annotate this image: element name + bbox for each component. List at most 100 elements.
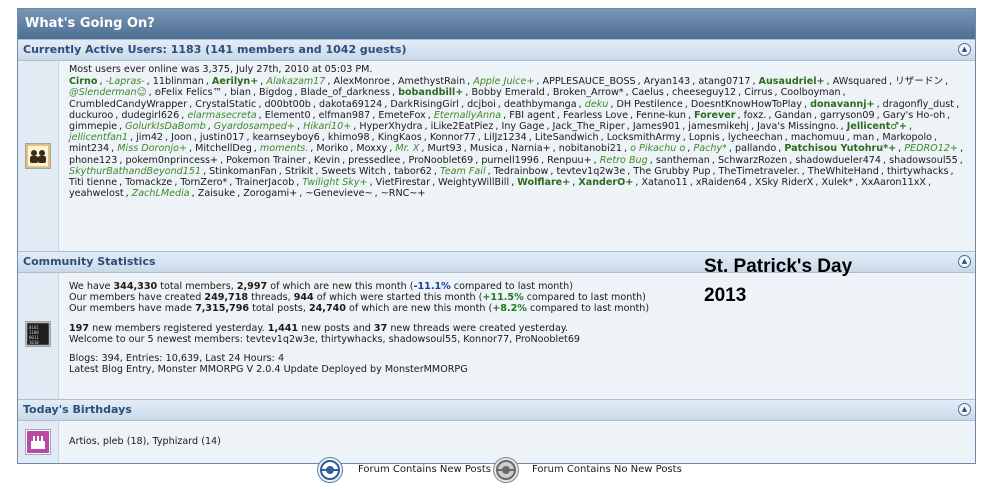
active-user-link[interactable]: lycheechan [728, 132, 783, 143]
active-user-link[interactable]: HyperXhydra [359, 121, 422, 132]
active-user-link[interactable]: Renpuu+ [547, 155, 592, 166]
active-user-link[interactable]: CrumbledCandyWrapper [69, 99, 187, 110]
active-user-link[interactable]: Fenne-kun [636, 110, 686, 121]
active-user-link[interactable]: Pachy* [693, 143, 727, 154]
active-user-link[interactable]: kearnseyboy6 [253, 132, 320, 143]
active-user-link[interactable]: Mr. X [395, 143, 419, 154]
active-user-link[interactable]: SchwarzRozen [718, 155, 787, 166]
active-user-link[interactable]: Blade_of_darkness [301, 87, 390, 98]
active-user-link[interactable]: Lopnis [689, 132, 720, 143]
active-user-link[interactable]: Joon [171, 132, 192, 143]
active-user-link[interactable]: Wolflare+ [517, 177, 570, 188]
active-user-link[interactable]: Cirrus [744, 87, 772, 98]
active-user-link[interactable]: deku [585, 99, 609, 110]
active-user-link[interactable]: Moriko [316, 143, 348, 154]
birthdays-heading[interactable]: Today's Birthdays ▲ [18, 399, 975, 421]
active-user-link[interactable]: Tomackze [125, 177, 172, 188]
active-user-link[interactable]: d00bt00b [264, 99, 310, 110]
active-user-link[interactable]: gimmepie [69, 121, 117, 132]
active-user-link[interactable]: Patchisou Yutohru*+ [784, 143, 896, 154]
active-user-link[interactable]: FBI agent [509, 110, 555, 121]
active-user-link[interactable]: Sweets Witch [321, 166, 386, 177]
active-user-link[interactable]: DarkRisingGirl [390, 99, 459, 110]
active-user-link[interactable]: WeightyWillBill [438, 177, 509, 188]
active-user-link[interactable]: Miss Doronjo+ [117, 143, 187, 154]
active-user-link[interactable]: phone123 [69, 155, 117, 166]
latest-blog-entry-link[interactable]: Latest Blog Entry, Monster MMORPG V 2.0.… [69, 364, 967, 375]
active-user-link[interactable]: DH Pestilence [616, 99, 682, 110]
active-user-link[interactable]: Ausaudriel+ [759, 76, 825, 87]
active-user-link[interactable]: Hikari10+ [303, 121, 351, 132]
active-user-link[interactable]: tabor62 [394, 166, 432, 177]
active-user-link[interactable]: yeahwelost [69, 188, 124, 199]
newest-members-line[interactable]: Welcome to our 5 newest members: tevtev1… [69, 334, 967, 345]
active-user-link[interactable]: shadowsoul55 [889, 155, 958, 166]
active-user-link[interactable]: xRaiden64 [696, 177, 747, 188]
active-user-link[interactable]: Aerilyn+ [212, 76, 258, 87]
active-user-link[interactable]: tevtev1q2w3e [556, 166, 625, 177]
active-user-link[interactable]: -Lapras- [106, 76, 145, 87]
active-user-link[interactable]: jamesmikehj [688, 121, 749, 132]
active-user-link[interactable]: Markopolo [882, 132, 932, 143]
active-user-link[interactable]: pressedlee [348, 155, 400, 166]
active-user-link[interactable]: VietFirestar [376, 177, 430, 188]
active-user-link[interactable]: atang0717 [698, 76, 750, 87]
active-user-link[interactable]: リザードン [895, 76, 943, 87]
active-user-link[interactable]: Jellicent♂+ [847, 121, 907, 132]
active-user-link[interactable]: ~RNC~+ [381, 188, 426, 199]
active-user-link[interactable]: bobandbill+ [398, 87, 463, 98]
active-user-link[interactable]: ~Genevieve~ [305, 188, 372, 199]
active-user-link[interactable]: LiteSandwich [535, 132, 599, 143]
active-user-link[interactable]: o Pikachu o [630, 143, 685, 154]
active-user-link[interactable]: garryson09 [820, 110, 875, 121]
active-user-link[interactable]: Broken_Arrow* [553, 87, 624, 98]
collapse-icon[interactable]: ▲ [958, 403, 971, 416]
active-user-link[interactable]: DoesntKnowHowToPlay [691, 99, 802, 110]
active-user-link[interactable]: Gandan [774, 110, 811, 121]
active-user-link[interactable]: duckuroo [69, 110, 113, 121]
active-user-link[interactable]: Java's Missingno. [757, 121, 839, 132]
active-user-link[interactable]: nobitanobi21 [559, 143, 622, 154]
active-user-link[interactable]: Element0 [265, 110, 311, 121]
active-user-link[interactable]: mint234 [69, 143, 109, 154]
active-user-link[interactable]: Iny Gage [501, 121, 544, 132]
active-user-link[interactable]: SkythurBathandBeyond151 [69, 166, 201, 177]
active-user-link[interactable]: XxAaron11xX [861, 177, 926, 188]
active-user-link[interactable]: Titi tienne [69, 177, 117, 188]
active-user-link[interactable]: ZachLMedia [132, 188, 190, 199]
active-user-link[interactable]: LilJz1234 [484, 132, 527, 143]
active-user-link[interactable]: TheWhiteHand [808, 166, 879, 177]
active-user-link[interactable]: dcjboi [467, 99, 496, 110]
active-user-link[interactable]: Bigdog [259, 87, 292, 98]
active-user-link[interactable]: Coolboyman [781, 87, 841, 98]
active-user-link[interactable]: Musica [470, 143, 503, 154]
active-user-link[interactable]: dakota69124 [319, 99, 382, 110]
active-user-link[interactable]: ProNooblet69 [408, 155, 473, 166]
active-user-link[interactable]: StinkomanFan [209, 166, 277, 177]
active-user-link[interactable]: Fearless Love [563, 110, 628, 121]
active-user-link[interactable]: Alakazam17 [266, 76, 325, 87]
active-user-link[interactable]: shadowdueler474 [795, 155, 881, 166]
active-user-link[interactable]: Narnia+ [511, 143, 551, 154]
active-user-link[interactable]: AmethystRain [398, 76, 465, 87]
active-user-link[interactable]: Zaisuke [198, 188, 235, 199]
active-user-link[interactable]: XSky RiderX [755, 177, 813, 188]
active-user-link[interactable]: machomuu [791, 132, 845, 143]
active-user-link[interactable]: donavannj+ [810, 99, 874, 110]
active-user-link[interactable]: Aryan143 [644, 76, 690, 87]
active-user-link[interactable]: Team Fail [440, 166, 486, 177]
birthday-list[interactable]: Artios, pleb (18), Typhizard (14) [69, 436, 221, 447]
active-user-link[interactable]: Twilight Sky+ [302, 177, 367, 188]
active-user-link[interactable]: Kevin [314, 155, 340, 166]
active-user-link[interactable]: jim42 [136, 132, 163, 143]
active-user-link[interactable]: Gary's Ho-oh [883, 110, 945, 121]
active-user-link[interactable]: Forever [694, 110, 736, 121]
active-user-link[interactable]: CrystalStatic [195, 99, 256, 110]
active-user-link[interactable]: James901 [633, 121, 680, 132]
active-user-link[interactable]: The Grubby Pup [633, 166, 710, 177]
active-user-link[interactable]: santheman [656, 155, 710, 166]
active-user-link[interactable]: Caelus [632, 87, 664, 98]
active-user-link[interactable]: Pokemon Trainer [226, 155, 306, 166]
active-user-link[interactable]: pallando [735, 143, 776, 154]
active-user-link[interactable]: @Slenderman☺ [69, 87, 147, 98]
